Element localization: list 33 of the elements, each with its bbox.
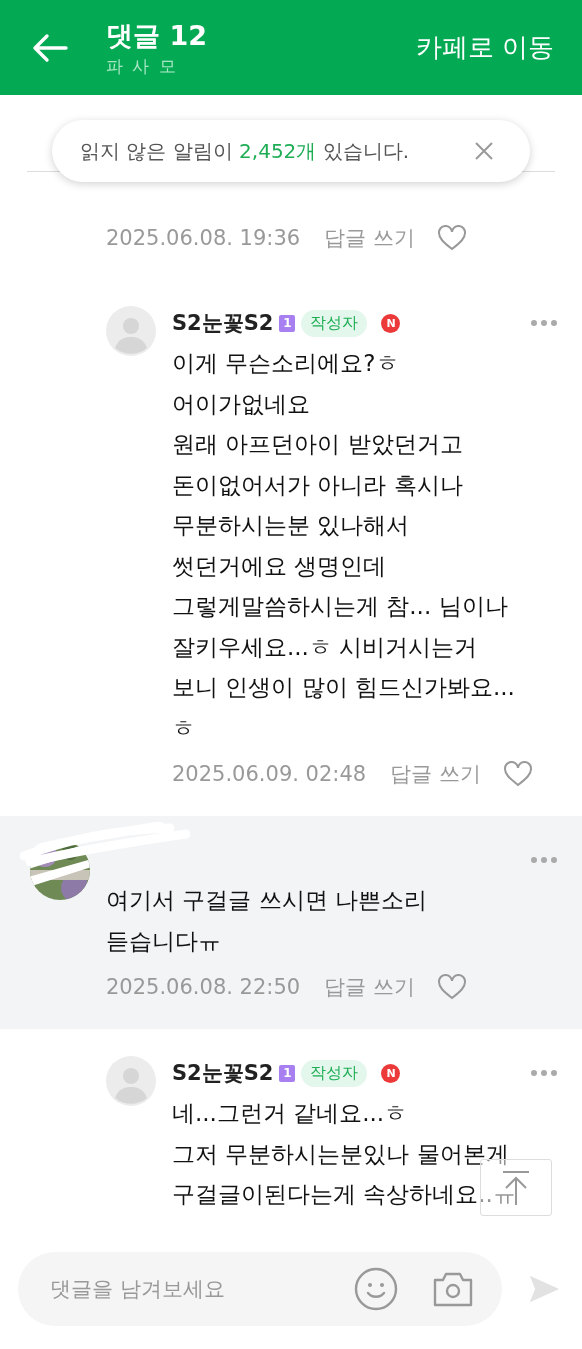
comment-date: 2025.06.08. 19:36 bbox=[106, 226, 301, 250]
new-badge: N bbox=[381, 1063, 401, 1083]
avatar-icon bbox=[106, 1056, 156, 1106]
comment-input-field[interactable]: 댓글을 남겨보세요 bbox=[48, 1275, 320, 1302]
writer-badge: 작성자 bbox=[301, 1059, 368, 1087]
comment-date: 2025.06.08. 22:50 bbox=[106, 975, 301, 999]
page-title: 댓글 12 bbox=[106, 18, 208, 53]
new-badge: N bbox=[381, 313, 401, 333]
more-options-icon[interactable] bbox=[530, 319, 558, 327]
reply-button[interactable]: 답글 쓰기 bbox=[390, 760, 481, 788]
go-to-cafe-button[interactable]: 카페로 이동 bbox=[415, 30, 554, 65]
comment-text: 네...그런거 같네요...ㅎ 그저 무분하시는분있나 물어본게 구걸글이된다는게 속상하네요..ㅠ bbox=[172, 1099, 516, 1209]
cafe-name: 파 사 모 bbox=[106, 54, 179, 78]
comment-text: 이게 무슨소리에요?ㅎ 어이가없네요 원래 아프던아이 받았던거고 돈이없어서가 아니라 혹시나 무분하시는분 있나해서 썻던거에요 생명인데 그렇게말씀하시는게 참... 님이나 잘키우세요...ㅎ 시비거시는거 보니 인생이 많이 힘드신가봐요... ㅎ bbox=[172, 349, 515, 743]
close-icon[interactable] bbox=[474, 141, 494, 161]
heart-icon[interactable] bbox=[436, 974, 467, 1000]
notification-text: 읽지 않은 알림이 2,452개 있습니다. bbox=[80, 137, 410, 165]
comment-text: 여기서 구걸글 쓰시면 나쁜소리 듣습니다ㅠ bbox=[106, 886, 427, 956]
reply-button[interactable]: 답글 쓰기 bbox=[324, 224, 415, 252]
author-name[interactable]: S2눈꽃S2 bbox=[172, 1059, 274, 1087]
more-options-icon[interactable] bbox=[530, 856, 558, 864]
level-badge: 1 bbox=[279, 314, 296, 332]
avatar-icon bbox=[106, 306, 156, 356]
heart-icon[interactable] bbox=[436, 225, 467, 251]
author-name[interactable]: S2눈꽃S2 bbox=[172, 309, 274, 337]
emoji-icon[interactable] bbox=[354, 1266, 398, 1311]
heart-icon[interactable] bbox=[502, 761, 533, 787]
more-options-icon[interactable] bbox=[530, 1069, 558, 1077]
reply-button[interactable]: 답글 쓰기 bbox=[324, 973, 415, 1001]
back-arrow-icon[interactable] bbox=[32, 32, 68, 63]
level-badge: 1 bbox=[279, 1064, 296, 1082]
comment-date: 2025.06.09. 02:48 bbox=[172, 762, 367, 786]
writer-badge: 작성자 bbox=[301, 309, 368, 337]
